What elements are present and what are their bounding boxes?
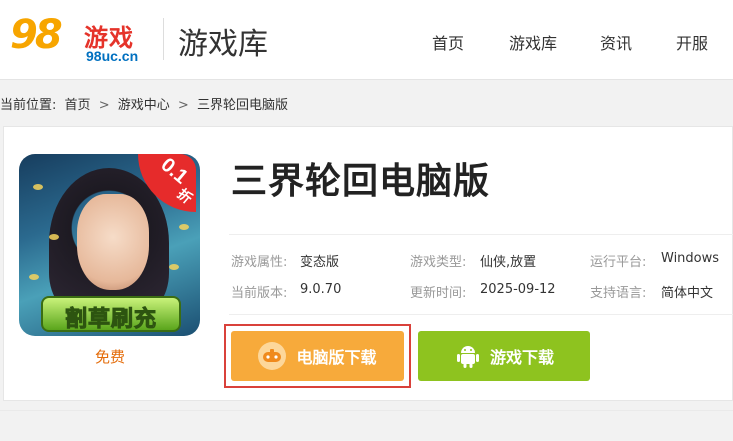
sparkle [169,264,179,270]
pc-download-label: 电脑版下载 [296,348,377,367]
game-download-label: 游戏下载 [489,348,554,367]
sparkle [29,274,39,280]
sparkle [49,234,59,240]
pc-download-button[interactable]: 电脑版下载 [231,331,404,381]
info-label-version: 当前版本: [231,286,288,301]
breadcrumb: 当前位置: 首页 > 游戏中心 > 三界轮回电脑版 [0,94,292,113]
game-download-button[interactable]: 游戏下载 [418,331,590,381]
header-divider [163,18,164,60]
info-value-platform: Windows [661,251,720,266]
price-label: 免费 [95,348,126,366]
site-header: 98 游戏 98uc.cn 游戏库 首页 游戏库 资讯 开服 [0,0,733,80]
divider [229,234,733,235]
info-value-language: 简体中文 [661,286,714,301]
divider [229,314,733,315]
info-value-type: 仙侠,放置 [480,255,537,270]
logo-url: 98uc.cn [86,48,139,64]
section-title: 游戏库 [178,27,268,62]
breadcrumb-separator: > [98,98,110,113]
breadcrumb-separator: > [177,98,189,113]
info-label-attribute: 游戏属性: [231,255,288,270]
sparkle [179,224,189,230]
breadcrumb-home[interactable]: 首页 [65,98,91,113]
game-icon: 0.1 折 割草刷充 [19,154,200,336]
icon-banner: 割草刷充 [41,296,181,333]
gamepad-icon [258,342,287,370]
breadcrumb-current: 三界轮回电脑版 [196,98,288,113]
info-label-type: 游戏类型: [410,255,467,270]
nav-news[interactable]: 资讯 [600,30,632,54]
sparkle [33,184,43,190]
nav-server[interactable]: 开服 [676,30,708,54]
icon-face [77,194,149,290]
info-value-updated: 2025-09-12 [480,282,556,297]
info-value-attribute: 变态版 [300,255,340,270]
android-icon [454,342,482,370]
site-logo[interactable]: 98 游戏 98uc.cn [10,10,150,68]
icon-banner-text: 割草刷充 [64,307,157,333]
nav-home[interactable]: 首页 [432,30,464,54]
info-value-version: 9.0.70 [300,282,342,297]
logo-number: 98 [10,12,63,58]
breadcrumb-game-center[interactable]: 游戏中心 [118,98,170,113]
game-title: 三界轮回电脑版 [231,161,491,202]
breadcrumb-prefix: 当前位置: [0,98,57,113]
nav-game-library[interactable]: 游戏库 [509,30,557,54]
info-label-language: 支持语言: [590,286,647,301]
bottom-strip [0,410,733,441]
info-label-updated: 更新时间: [410,286,467,301]
info-label-platform: 运行平台: [590,255,647,270]
